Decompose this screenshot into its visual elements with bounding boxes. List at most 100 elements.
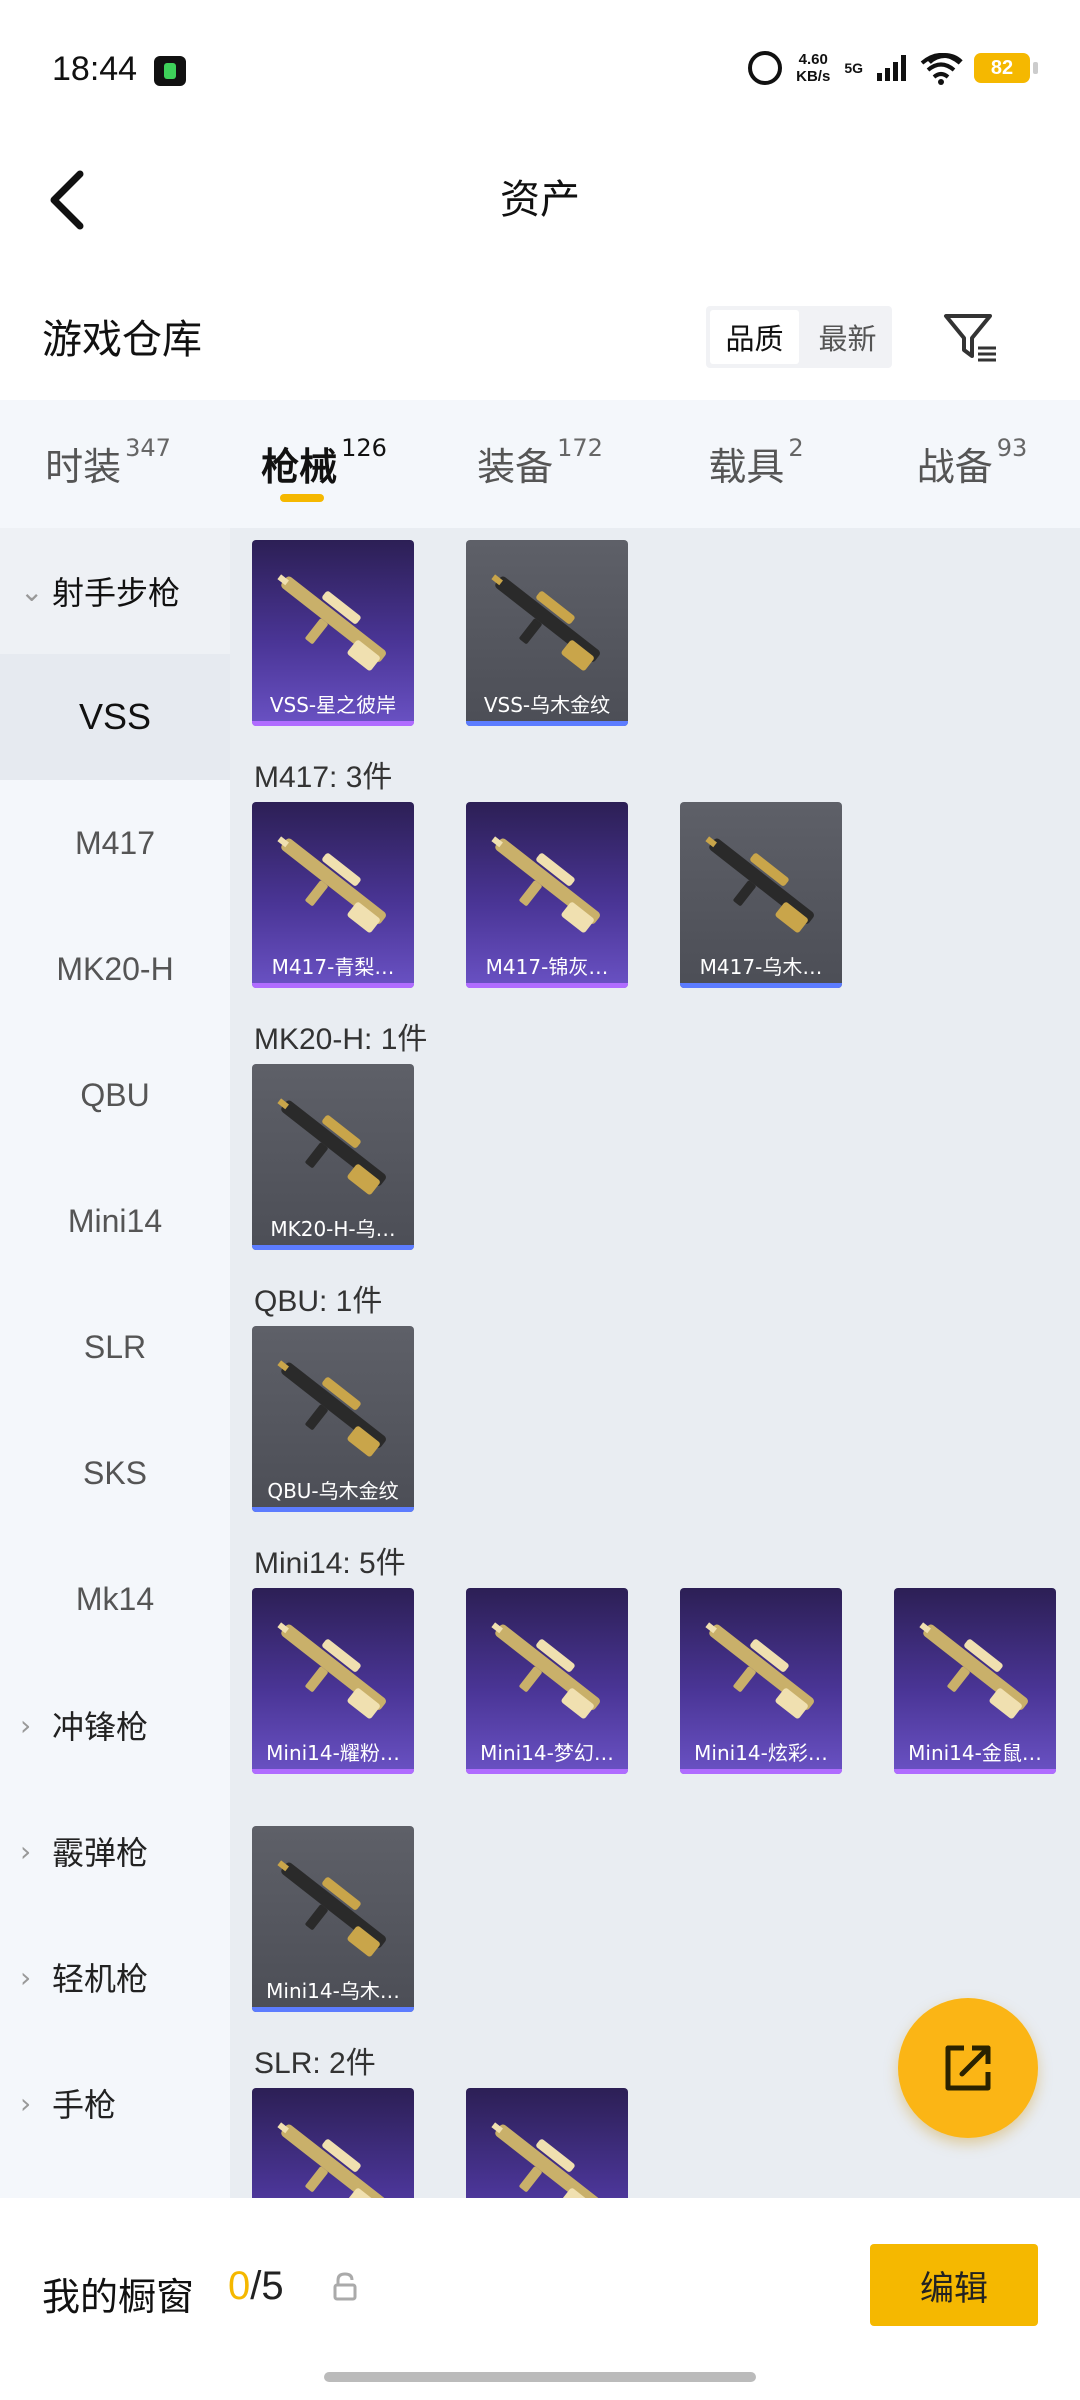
tab-label: 战备 [916,445,993,489]
sort-newest-button[interactable]: 最新 [803,306,892,368]
weapon-card[interactable] [252,2088,414,2198]
status-time: 18:44 [52,50,138,88]
sidebar-item[interactable]: Mk14 [0,1536,230,1662]
home-indicator[interactable] [324,2372,756,2382]
sort-toggle: 品质 最新 [706,306,892,368]
tab-1[interactable]: 枪械 126 [216,400,432,528]
sidebar-group[interactable]: ⌄ 射手步枪 [0,528,230,654]
weapon-skin-icon [277,836,386,933]
showcase-bar: 我的橱窗 0/5 编辑 [0,2198,1080,2400]
group-label: M417: 3件 [254,761,393,794]
rarity-stripe [252,1245,414,1250]
weapon-skin-icon [491,2122,600,2198]
rarity-stripe [466,983,628,988]
signal-icon [877,55,906,81]
weapon-type-sidebar: ⌄ 射手步枪 VSS M417 MK20-H QBU Mini14 SLR SKS Mk14 › 冲锋… [0,528,230,2198]
tab-4[interactable]: 战备 93 [864,400,1080,528]
weapon-card[interactable]: VSS-星之彼岸 [252,540,414,726]
chevron-right-icon: › [20,1960,32,1994]
rarity-stripe [466,1769,628,1774]
weapon-skin-icon [277,1098,386,1195]
weapon-skin-icon [277,574,386,671]
weapon-name: Mini14-金鼠… [908,1741,1042,1765]
sidebar-group[interactable]: › 手枪 [0,2040,230,2166]
section-header: 游戏仓库 品质 最新 [0,290,1080,400]
weapon-name: M417-青梨… [271,955,395,979]
weapon-card[interactable]: Mini14-耀粉… [252,1588,414,1774]
weapon-skin-icon [491,1622,600,1719]
battery-indicator: 82 [974,53,1038,83]
net-speed-unit: KB/s [796,68,831,85]
tab-count: 2 [788,434,804,462]
rarity-stripe [252,2007,414,2012]
weapon-card[interactable]: VSS-乌木金纹 [466,540,628,726]
weapon-card[interactable]: M417-乌木… [680,802,842,988]
weapon-skin-icon [277,1860,386,1957]
sort-quality-button[interactable]: 品质 [710,310,799,364]
weapon-card[interactable]: MK20-H-乌… [252,1064,414,1250]
inventory-grid: VSS-星之彼岸 VSS-乌木金纹 M417: 3件 M417-青梨… M417-锦灰…… [230,528,1080,2198]
sidebar-item[interactable]: MK20-H [0,906,230,1032]
rarity-stripe [252,1507,414,1512]
weapon-card[interactable]: M417-青梨… [252,802,414,988]
weapon-card[interactable]: QBU-乌木金纹 [252,1326,414,1512]
share-button[interactable] [898,1998,1038,2138]
tab-3[interactable]: 载具 2 [648,400,864,528]
chevron-down-icon: ⌄ [20,574,44,608]
lock-icon [333,2272,357,2301]
sidebar-group[interactable]: › 轻机枪 [0,1914,230,2040]
weapon-name: MK20-H-乌… [270,1217,396,1241]
section-title: 游戏仓库 [42,317,202,363]
group-label: Mini14: 5件 [254,1547,406,1580]
weapon-name: Mini14-耀粉… [266,1741,400,1765]
rarity-stripe [252,1769,414,1774]
tab-count: 126 [341,434,387,462]
showcase-separator: / [250,2264,262,2308]
sidebar-item[interactable]: SKS [0,1410,230,1536]
weapon-skin-icon [277,2122,386,2198]
weapon-name: Mini14-炫彩… [694,1741,828,1765]
sidebar-label: 冲锋枪 [52,1708,149,1746]
sidebar-label: 射手步枪 [52,574,181,612]
sidebar-item[interactable]: SLR [0,1284,230,1410]
weapon-card[interactable]: Mini14-梦幻… [466,1588,628,1774]
tab-2[interactable]: 装备 172 [432,400,648,528]
group-label: MK20-H: 1件 [254,1023,428,1056]
weapon-card[interactable] [466,2088,628,2198]
network-type: 5G [844,60,863,76]
sidebar-item[interactable]: QBU [0,1032,230,1158]
sidebar-label: M417 [74,824,156,861]
sidebar-label: 霰弹枪 [52,1834,149,1872]
showcase-count: 0/5 [228,2264,284,2309]
filter-icon [944,314,996,362]
rarity-stripe [252,983,414,988]
sidebar-label: MK20-H [56,950,174,987]
weapon-name: QBU-乌木金纹 [267,1479,399,1503]
filter-button[interactable] [938,304,1002,368]
weapon-card[interactable]: M417-锦灰… [466,802,628,988]
weapon-name: M417-乌木… [699,955,823,979]
tab-label: 枪械 [261,445,338,489]
weapon-skin-icon [277,1360,386,1457]
showcase-max: 5 [261,2264,284,2308]
sidebar-label: 轻机枪 [52,1960,149,1998]
tab-0[interactable]: 时装 347 [0,400,216,528]
weapon-card[interactable]: Mini14-炫彩… [680,1588,842,1774]
status-right: 4.60 KB/s 5G 82 [748,48,1038,88]
sidebar-item[interactable]: M417 [0,780,230,906]
chevron-right-icon: › [20,1834,32,1868]
alarm-icon [748,51,783,85]
tab-label: 时装 [45,445,122,489]
sidebar-group[interactable]: › 霰弹枪 [0,1788,230,1914]
edit-button[interactable]: 编辑 [870,2244,1038,2326]
status-bar: 18:44 4.60 KB/s 5G 82 [0,0,1080,140]
weapon-card[interactable]: Mini14-金鼠… [894,1588,1056,1774]
sidebar-label: VSS [78,696,152,737]
weapon-name: Mini14-梦幻… [480,1741,614,1765]
sidebar-item[interactable]: Mini14 [0,1158,230,1284]
rarity-stripe [466,721,628,726]
weapon-card[interactable]: Mini14-乌木… [252,1826,414,2012]
sidebar-item[interactable]: VSS [0,654,230,780]
rarity-stripe [252,721,414,726]
sidebar-group[interactable]: › 冲锋枪 [0,1662,230,1788]
